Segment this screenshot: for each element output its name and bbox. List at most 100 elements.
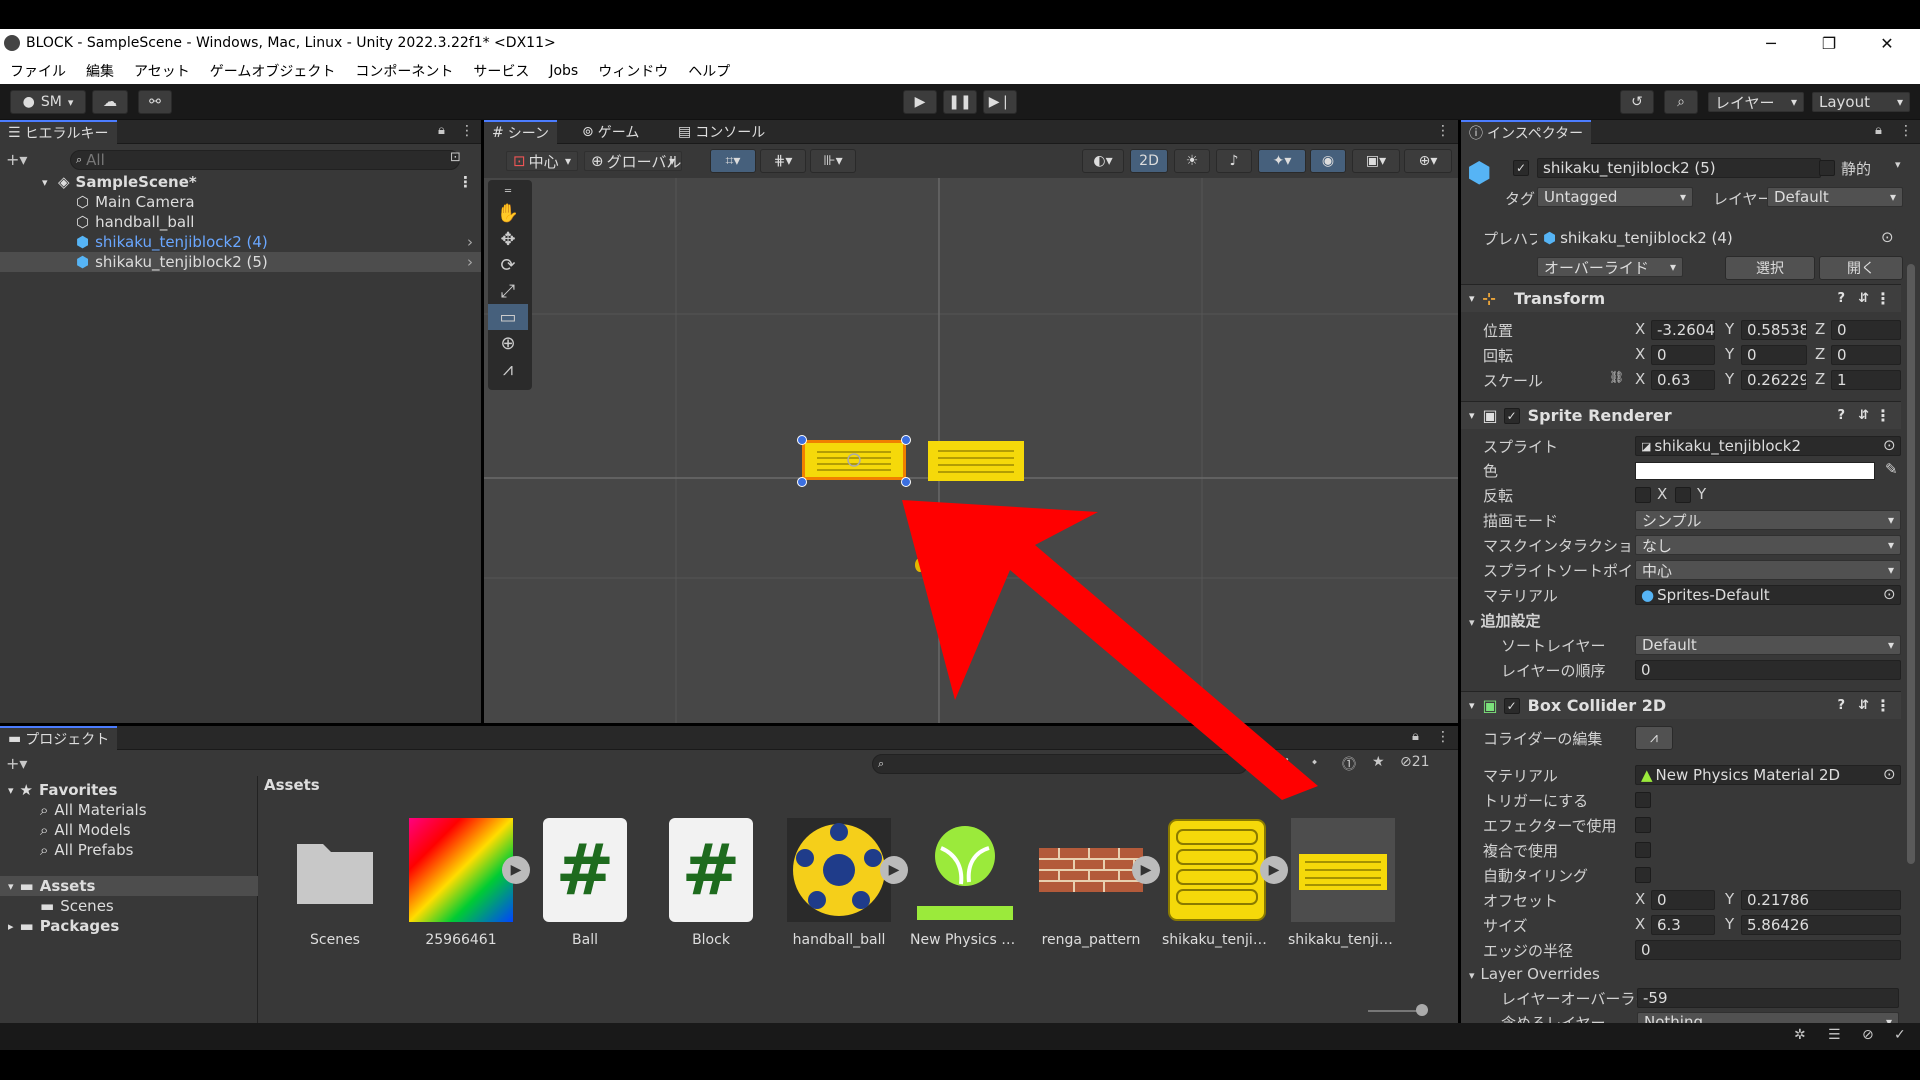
rotation-z-field[interactable]: 0 xyxy=(1831,345,1901,365)
active-checkbox[interactable]: ✓ xyxy=(1513,160,1529,176)
block-sprite[interactable] xyxy=(928,441,1024,481)
debug-icon[interactable]: ✲ xyxy=(1794,1027,1806,1043)
collab-icon[interactable]: ⚯ xyxy=(138,90,172,114)
snap-grid-icon[interactable]: ⌗▾ xyxy=(710,149,756,173)
search-icon[interactable]: ⌕ xyxy=(1664,90,1698,114)
pivot-dropdown[interactable]: ⊡ 中心 xyxy=(506,151,578,171)
camera-icon[interactable]: ▣▾ xyxy=(1352,149,1400,173)
scene-canvas[interactable]: ═ ✋ ✥ ⟳ ⤢ ▭ ⊕ ⩘ xyxy=(484,178,1458,723)
menu-component[interactable]: コンポーネント xyxy=(345,61,463,81)
target-icon[interactable]: ⊙ xyxy=(1881,228,1894,246)
sort-point-dropdown[interactable]: 中心 xyxy=(1635,560,1901,580)
scale-z-field[interactable]: 1 xyxy=(1831,370,1901,390)
help-icon[interactable]: ? xyxy=(1837,291,1845,306)
list-item[interactable]: ⬢ shikaku_tenjiblock2 (4) › xyxy=(0,232,481,252)
space-dropdown[interactable]: ⊕ グローバル xyxy=(584,151,682,171)
order-in-layer-field[interactable]: 0 xyxy=(1635,660,1901,680)
chevron-right-icon[interactable]: › xyxy=(467,253,473,271)
search-options-icon[interactable]: ⊡ xyxy=(450,150,461,165)
step-button[interactable]: ▶❘ xyxy=(983,90,1017,114)
check-icon[interactable]: ✓ xyxy=(1894,1027,1906,1043)
rect-handle[interactable] xyxy=(797,435,807,445)
select-button[interactable]: 選択 xyxy=(1725,256,1815,280)
zoom-slider-thumb[interactable] xyxy=(1416,1004,1428,1016)
tab-inspector[interactable]: ⓘ インスペクター xyxy=(1461,120,1592,144)
target-icon[interactable]: ⊙ xyxy=(1883,436,1896,454)
scene-more-icon[interactable]: ⋮ xyxy=(458,173,473,191)
favorite-star-icon[interactable]: ★ xyxy=(1372,754,1385,770)
audio-icon[interactable]: ♪ xyxy=(1216,149,1252,173)
fav-all-materials[interactable]: ⌕ All Materials xyxy=(40,800,147,820)
expand-play-icon[interactable]: ▶ xyxy=(1260,856,1288,884)
breadcrumb[interactable]: Assets xyxy=(264,776,320,794)
box-collider-header[interactable]: ▾ ▣ ✓ Box Collider 2D ? ⇵ ⋮ xyxy=(1461,691,1901,719)
position-z-field[interactable]: 0 xyxy=(1831,320,1901,340)
expand-play-icon[interactable]: ▶ xyxy=(880,856,908,884)
preset-icon[interactable]: ⇵ xyxy=(1858,698,1869,713)
rect-handle[interactable] xyxy=(901,435,911,445)
menu-gameobject[interactable]: ゲームオブジェクト xyxy=(200,61,346,81)
layer-overrides-foldout[interactable]: ▾ Layer Overrides xyxy=(1469,965,1600,983)
more-menu-icon[interactable]: ⋮ xyxy=(460,123,474,139)
scale-x-field[interactable]: 0.63 xyxy=(1651,370,1715,390)
menu-window[interactable]: ウィンドウ xyxy=(588,61,678,81)
tab-game[interactable]: ⊚ ゲーム xyxy=(574,120,647,144)
edge-radius-field[interactable]: 0 xyxy=(1635,940,1901,960)
sorting-layer-dropdown[interactable]: Default xyxy=(1635,635,1901,655)
tab-hierarchy[interactable]: ☰ ヒエラルキー xyxy=(0,120,117,144)
menu-jobs[interactable]: Jobs xyxy=(539,63,588,79)
transform-tool-icon[interactable]: ⊕ xyxy=(488,330,528,356)
drag-handle-icon[interactable]: ═ xyxy=(488,184,528,198)
more-menu-icon[interactable]: ⋮ xyxy=(1875,696,1891,715)
asset-item[interactable]: shikaku_tenjibl… xyxy=(1288,818,1398,948)
help-icon[interactable]: ? xyxy=(1837,698,1845,713)
sprite-renderer-enabled-checkbox[interactable]: ✓ xyxy=(1503,407,1520,424)
color-swatch[interactable] xyxy=(1635,462,1875,480)
list-item[interactable]: ⬢ shikaku_tenjiblock2 (5) › xyxy=(0,252,481,272)
target-icon[interactable]: ⊙ xyxy=(1883,585,1896,603)
chevron-right-icon[interactable]: › xyxy=(467,233,473,251)
sprite-field[interactable]: ◪ shikaku_tenjiblock2 xyxy=(1635,436,1901,456)
expand-play-icon[interactable]: ▶ xyxy=(502,856,530,884)
custom-tool-icon[interactable]: ⩘ xyxy=(488,356,528,382)
rotation-y-field[interactable]: 0 xyxy=(1741,345,1807,365)
asset-item[interactable]: renga_pattern xyxy=(1036,818,1146,948)
layout-dropdown[interactable]: Layout xyxy=(1812,92,1910,112)
collider-material-field[interactable]: ▲ New Physics Material 2D xyxy=(1635,765,1901,785)
packages-folder-item[interactable]: ▸ ▬ Packages xyxy=(8,916,119,936)
asset-item[interactable]: 25966461 xyxy=(406,818,516,948)
search-by-type-icon[interactable]: ⊡ xyxy=(1254,754,1266,770)
rotate-tool-icon[interactable]: ⟳ xyxy=(488,252,528,278)
history-icon[interactable]: ↺ xyxy=(1620,90,1654,114)
constrain-link-icon[interactable]: ⛓ xyxy=(1609,370,1624,384)
asset-item[interactable]: Scenes xyxy=(280,818,390,948)
add-icon[interactable]: +▾ xyxy=(6,150,27,169)
scale-tool-icon[interactable]: ⤢ xyxy=(488,278,528,304)
asset-item[interactable]: # Ball xyxy=(530,818,640,948)
hand-tool-icon[interactable]: ✋ xyxy=(488,200,528,226)
tag-dropdown[interactable]: Untagged xyxy=(1537,187,1693,207)
account-button[interactable]: ● SM ▾ xyxy=(10,90,86,114)
handball-ball-sprite[interactable] xyxy=(915,558,925,572)
rect-tool-icon[interactable]: ▭ xyxy=(488,304,528,330)
used-by-composite-checkbox[interactable] xyxy=(1635,842,1651,858)
asset-item[interactable]: shikaku_tenjibl… xyxy=(1162,818,1272,948)
play-button[interactable]: ▶ xyxy=(903,90,937,114)
pause-button[interactable]: ❚❚ xyxy=(943,90,977,114)
eyedropper-icon[interactable]: ✎ xyxy=(1885,460,1898,478)
transform-header[interactable]: ▾ ⊹ Transform ? ⇵ ⋮ xyxy=(1461,284,1901,312)
search-by-label-icon[interactable]: ⛬ xyxy=(1282,754,1292,770)
open-button[interactable]: 開く xyxy=(1819,256,1903,280)
size-x-field[interactable]: 6.3 xyxy=(1651,915,1715,935)
more-menu-icon[interactable]: ⋮ xyxy=(1875,406,1891,425)
tab-project[interactable]: ▬ プロジェクト xyxy=(0,726,118,750)
offset-y-field[interactable]: 0.21786 xyxy=(1741,890,1901,910)
preset-icon[interactable]: ⇵ xyxy=(1858,408,1869,423)
effects-icon[interactable]: ✦▾ xyxy=(1258,149,1306,173)
grid-snap-icon[interactable]: ⋕▾ xyxy=(760,149,806,173)
add-icon[interactable]: +▾ xyxy=(6,754,27,773)
overrides-dropdown[interactable]: オーバーライド xyxy=(1537,257,1683,277)
mask-interaction-dropdown[interactable]: なし xyxy=(1635,535,1901,555)
scale-y-field[interactable]: 0.26229 xyxy=(1741,370,1807,390)
lock-icon[interactable]: 🔒︎ xyxy=(438,123,445,138)
